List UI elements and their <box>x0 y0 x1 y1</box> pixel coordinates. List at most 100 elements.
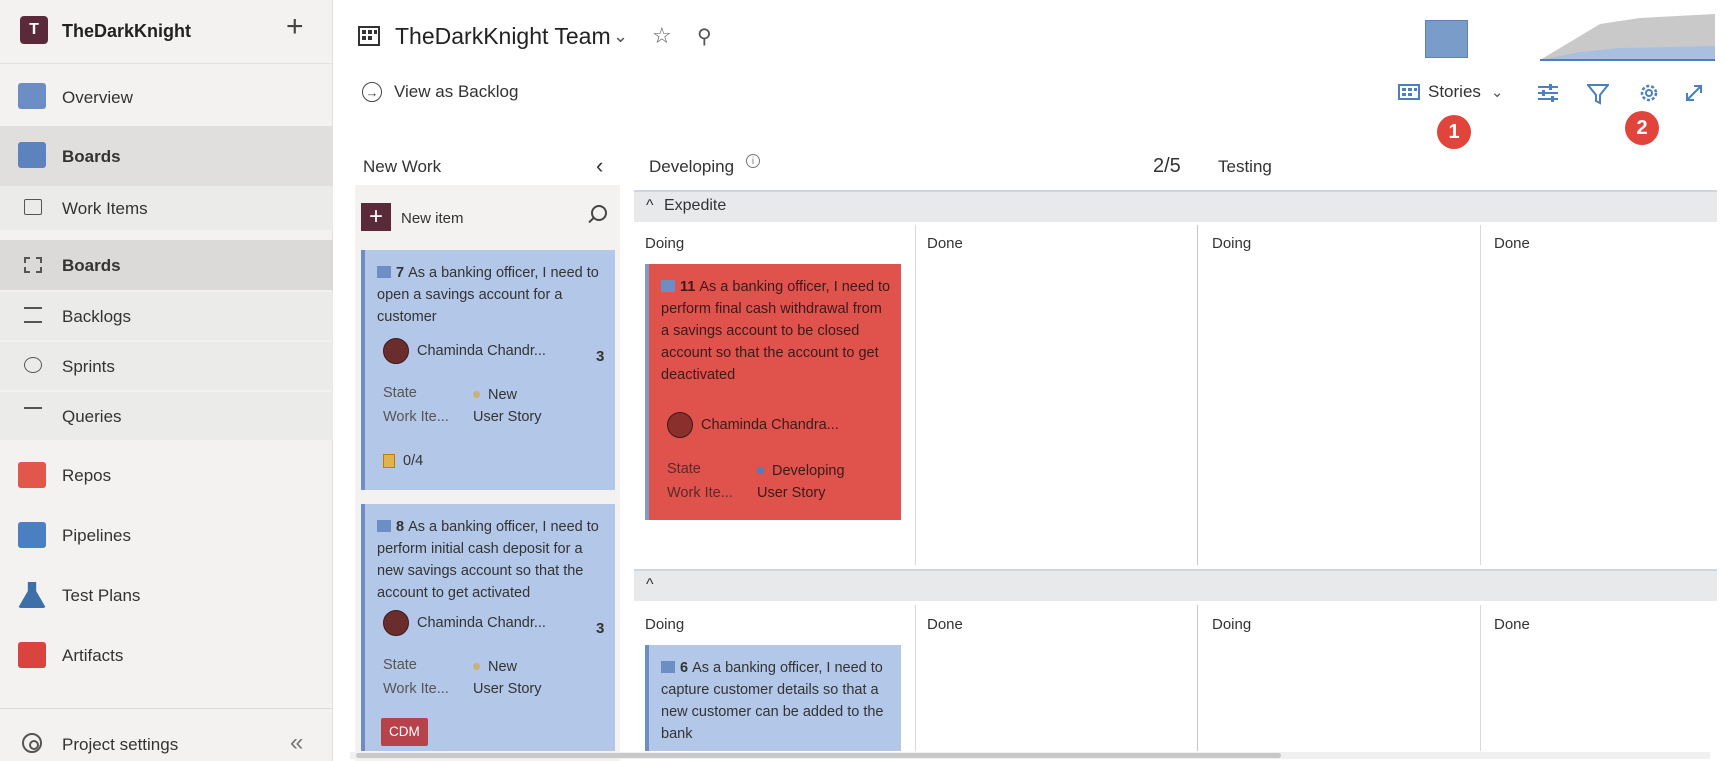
sidebar-item-test-plans[interactable]: Test Plans <box>0 568 333 624</box>
assignee-name: Chaminda Chandr... <box>417 343 546 359</box>
card-title-text: As a banking officer, I need to capture … <box>661 660 884 742</box>
info-icon[interactable]: i <box>746 154 760 168</box>
team-members-icon[interactable]: ⚲ <box>697 24 712 49</box>
card-8[interactable]: 8 As a banking officer, I need to perform… <box>361 504 615 751</box>
card-7[interactable]: 7 As a banking officer, I need to open a … <box>361 250 615 490</box>
state-value: New <box>473 384 517 406</box>
card-tag[interactable]: CDM <box>381 718 428 746</box>
search-icon[interactable] <box>591 205 607 221</box>
filter-icon[interactable] <box>1587 83 1609 105</box>
sidebar: T TheDarkKnight + Overview Boards Work I… <box>0 0 333 761</box>
sidebar-item-label: Backlogs <box>62 307 131 326</box>
sidebar-item-sprints[interactable]: Sprints <box>0 342 333 390</box>
board-grid-icon <box>24 257 42 273</box>
project-settings-link[interactable]: Project settings <box>62 735 178 755</box>
state-text: New <box>488 387 518 403</box>
board-grid-icon <box>1398 84 1420 100</box>
sidebar-item-label: Repos <box>62 466 112 485</box>
card-id: 11 <box>680 279 696 295</box>
gear-icon[interactable] <box>1638 82 1660 104</box>
sidebar-item-label: Work Items <box>62 199 148 218</box>
chevron-down-icon[interactable]: ⌄ <box>613 26 628 47</box>
column-divider <box>1480 225 1481 565</box>
new-item-label[interactable]: New item <box>401 210 464 227</box>
task-progress[interactable]: 0/4 <box>383 450 423 472</box>
subcolumn-done: Done <box>1494 235 1530 252</box>
backlogs-icon <box>24 307 42 323</box>
avatar <box>383 610 409 636</box>
overview-icon <box>18 83 46 109</box>
sidebar-item-repos[interactable]: Repos <box>0 448 333 504</box>
star-icon[interactable]: ☆ <box>652 23 672 49</box>
sidebar-item-boards[interactable]: Boards <box>0 126 333 186</box>
sidebar-item-label: Test Plans <box>62 586 141 605</box>
sidebar-item-artifacts[interactable]: Artifacts <box>0 628 333 684</box>
swimlane-label: Expedite <box>663 197 727 214</box>
user-story-icon <box>377 520 391 532</box>
avatar <box>383 338 409 364</box>
view-as-backlog-label: View as Backlog <box>394 82 519 101</box>
task-count: 0/4 <box>403 453 424 469</box>
card-title: 8 As a banking officer, I need to perform… <box>377 516 605 604</box>
subcolumn-done: Done <box>927 235 963 252</box>
subcolumn-doing: Doing <box>645 616 685 633</box>
swimlane-title: ^ <box>646 576 660 594</box>
wip-limit: 2/5 <box>1153 155 1181 177</box>
add-icon[interactable]: + <box>286 12 304 42</box>
cumulative-flow-thumbnail[interactable] <box>1540 12 1715 62</box>
swimlane-header-default[interactable]: ^ <box>634 569 1717 601</box>
card-assignee[interactable]: Chaminda Chandra... <box>667 412 839 438</box>
callout-marker-1: 1 <box>1437 115 1471 149</box>
subcolumn-doing: Doing <box>645 235 685 252</box>
backlog-level-label: Stories <box>1428 82 1481 101</box>
view-as-backlog-button[interactable]: → View as Backlog <box>362 82 518 102</box>
story-points: 3 <box>596 620 605 637</box>
type-value: User Story <box>473 681 542 697</box>
subcolumn-doing: Doing <box>1212 235 1252 252</box>
user-story-icon <box>661 661 675 673</box>
card-assignee[interactable]: Chaminda Chandr... <box>383 338 546 364</box>
sidebar-item-backlogs[interactable]: Backlogs <box>0 292 333 340</box>
card-assignee[interactable]: Chaminda Chandr... <box>383 610 546 636</box>
sidebar-item-boards-sub[interactable]: Boards <box>0 240 333 290</box>
sidebar-item-label: Pipelines <box>62 526 131 545</box>
sidebar-item-pipelines[interactable]: Pipelines <box>0 508 333 564</box>
card-6[interactable]: 6 As a banking officer, I need to capture… <box>645 645 901 751</box>
sidebar-item-label: Boards <box>62 256 121 275</box>
backlog-level-selector[interactable]: Stories ⌄ <box>1398 82 1504 102</box>
fullscreen-icon[interactable] <box>1684 83 1704 103</box>
settings-sliders-icon[interactable] <box>1537 83 1559 103</box>
card-11[interactable]: 11 As a banking officer, I need to perfor… <box>645 264 901 520</box>
sidebar-item-label: Artifacts <box>62 646 124 665</box>
assignee-name: Chaminda Chandr... <box>417 615 546 631</box>
swimlane-header-expedite[interactable]: ^ Expedite <box>634 190 1717 222</box>
artifacts-icon <box>18 642 46 668</box>
scrollbar-thumb[interactable] <box>356 753 1281 758</box>
settings-icon <box>22 733 42 753</box>
state-text: Developing <box>772 463 845 479</box>
column-title-developing: Developing <box>649 157 735 176</box>
queries-icon <box>24 407 42 423</box>
collapse-column-icon[interactable]: ‹ <box>596 153 603 179</box>
new-item-button[interactable]: + <box>361 203 391 231</box>
type-value: User Story <box>757 485 826 501</box>
sidebar-item-work-items[interactable]: Work Items <box>0 186 333 230</box>
sidebar-item-queries[interactable]: Queries <box>0 392 333 440</box>
org-name[interactable]: TheDarkKnight <box>62 21 191 42</box>
type-label: Work Ite... <box>383 409 449 425</box>
org-header: T TheDarkKnight + <box>0 0 333 64</box>
chevron-up-icon: ^ <box>646 576 654 593</box>
column-divider <box>915 605 916 751</box>
card-title-text: As a banking officer, I need to perform … <box>661 279 891 383</box>
card-id: 7 <box>396 265 405 281</box>
team-title[interactable]: TheDarkKnight Team <box>395 23 611 50</box>
velocity-thumbnail[interactable] <box>1425 20 1468 58</box>
org-avatar[interactable]: T <box>20 16 48 44</box>
subcolumn-done: Done <box>927 616 963 633</box>
type-label: Work Ite... <box>667 485 733 501</box>
column-title-testing: Testing <box>1218 157 1272 176</box>
card-title: 7 As a banking officer, I need to open a … <box>377 262 605 328</box>
sidebar-item-overview[interactable]: Overview <box>0 68 333 124</box>
sidebar-item-label: Sprints <box>62 357 115 376</box>
collapse-sidebar-icon[interactable]: « <box>290 729 303 757</box>
